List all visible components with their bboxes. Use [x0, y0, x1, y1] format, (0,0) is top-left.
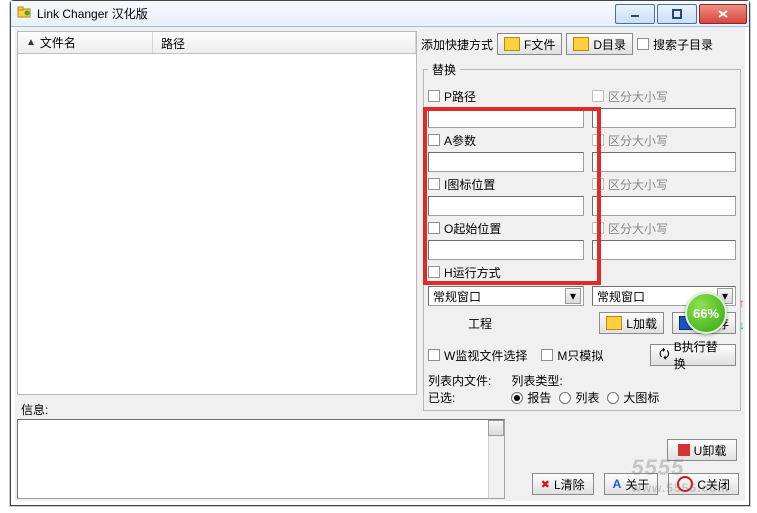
close-window-button[interactable] — [699, 4, 747, 24]
maximize-button[interactable] — [657, 4, 697, 24]
project-label: 工程 — [428, 315, 492, 332]
info-label: 信息: — [21, 401, 48, 418]
start-checkbox[interactable]: O起始位置 — [428, 220, 501, 237]
app-title: Link Changer 汉化版 — [37, 5, 148, 22]
file-list[interactable]: ▲文件名 路径 — [17, 31, 417, 395]
app-icon — [17, 5, 31, 22]
col-filename[interactable]: ▲文件名 — [18, 32, 153, 53]
run-checkbox[interactable]: H运行方式 — [428, 264, 501, 281]
side-arrows: ↑↓ — [739, 296, 751, 332]
titlebar: Link Changer 汉化版 — [11, 1, 749, 27]
load-button[interactable]: L加载 — [599, 312, 664, 334]
replace-legend: 替换 — [428, 61, 460, 78]
about-button[interactable]: 关于 — [604, 473, 659, 495]
start-from-input[interactable] — [428, 240, 584, 260]
minimize-button[interactable] — [615, 4, 655, 24]
simulate-checkbox[interactable]: M只模拟 — [541, 347, 603, 364]
add-shortcut-label: 添加快捷方式 — [421, 36, 493, 53]
args-checkbox[interactable]: A参数 — [428, 132, 476, 149]
progress-badge[interactable]: 66% — [685, 292, 727, 334]
clear-button[interactable]: L清除 — [532, 473, 594, 495]
arrow-down-icon[interactable]: ↓ — [739, 318, 751, 332]
app-window: Link Changer 汉化版 ▲文件名 路径 添加快捷方式 F文件 D目录 — [10, 0, 750, 506]
scrollbar[interactable] — [488, 420, 504, 498]
chevron-down-icon: ▾ — [565, 288, 581, 304]
start-to-input[interactable] — [592, 240, 736, 260]
file-list-header: ▲文件名 路径 — [18, 32, 416, 54]
path-checkbox[interactable]: P路径 — [428, 88, 476, 105]
scroll-up-icon[interactable] — [488, 420, 504, 436]
path-to-input[interactable] — [592, 108, 736, 128]
icon-case-checkbox[interactable]: 区分大小写 — [592, 176, 668, 193]
search-subdir-checkbox[interactable]: 搜索子目录 — [637, 36, 713, 53]
add-file-button[interactable]: F文件 — [497, 33, 562, 55]
arrow-up-icon[interactable]: ↑ — [739, 296, 751, 310]
unload-button[interactable]: U卸载 — [667, 439, 737, 461]
replace-group: 替换 P路径 区分大小写 A参数 区分大小写 I图标位置 区分大小写 — [423, 61, 741, 411]
right-panel: 添加快捷方式 F文件 D目录 搜索子目录 替换 P路径 区分大小写 A参数 区分… — [421, 31, 743, 395]
run-from-select[interactable]: 常规窗口▾ — [428, 286, 584, 306]
add-dir-button[interactable]: D目录 — [566, 33, 633, 55]
start-case-checkbox[interactable]: 区分大小写 — [592, 220, 668, 237]
execute-button[interactable]: 🗘B执行替换 — [650, 344, 736, 366]
path-from-input[interactable] — [428, 108, 584, 128]
icon-checkbox[interactable]: I图标位置 — [428, 176, 495, 193]
path-case-checkbox[interactable]: 区分大小写 — [592, 88, 668, 105]
close-button[interactable]: C关闭 — [668, 473, 739, 495]
col-path[interactable]: 路径 — [153, 32, 416, 53]
client-area: ▲文件名 路径 添加快捷方式 F文件 D目录 搜索子目录 替换 P路径 区分大小… — [15, 27, 745, 501]
info-textarea[interactable] — [17, 419, 505, 499]
icon-to-input[interactable] — [592, 196, 736, 216]
args-from-input[interactable] — [428, 152, 584, 172]
sort-indicator-icon: ▲ — [26, 37, 36, 48]
args-to-input[interactable] — [592, 152, 736, 172]
watch-checkbox[interactable]: W监视文件选择 — [428, 347, 527, 364]
icon-from-input[interactable] — [428, 196, 584, 216]
args-case-checkbox[interactable]: 区分大小写 — [592, 132, 668, 149]
execute-icon: 🗘 — [659, 345, 670, 366]
